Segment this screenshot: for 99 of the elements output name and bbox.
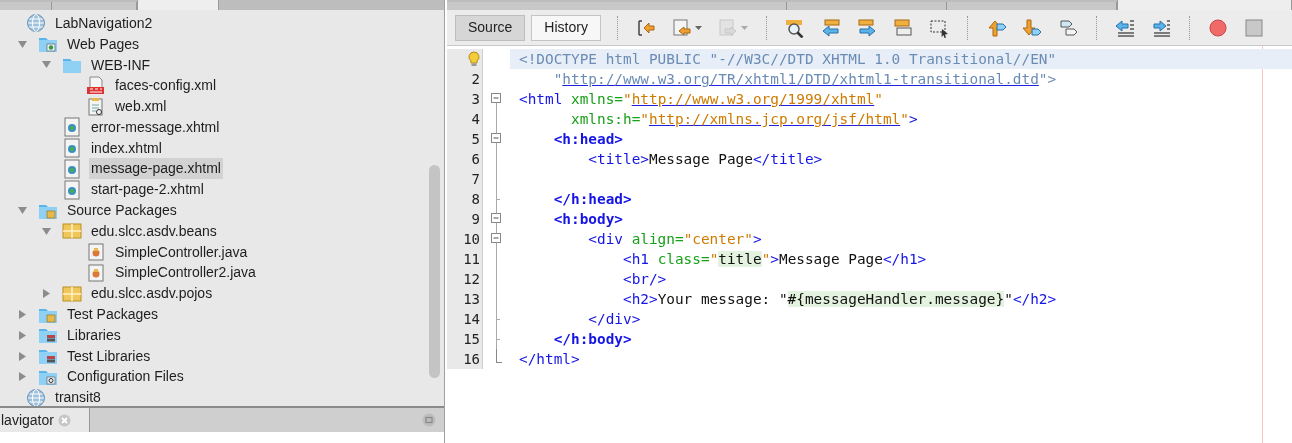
view-tab[interactable]: History	[531, 14, 601, 41]
line-number: 16	[463, 349, 480, 369]
shift-left-icon	[1114, 17, 1135, 38]
line-number: 12	[463, 269, 480, 289]
expanded-icon[interactable]	[42, 60, 51, 70]
tree-item[interactable]: WEB-INF	[89, 54, 153, 76]
line-number: 9	[471, 209, 480, 229]
collapse-icon[interactable]	[491, 233, 502, 244]
tree-item[interactable]: edu.slcc.asdv.pojos	[89, 283, 215, 305]
line-number: 13	[463, 289, 480, 309]
scrollbar[interactable]	[429, 165, 440, 378]
bookmark-icon	[1057, 17, 1078, 38]
web-file-icon	[62, 158, 82, 179]
web-file-icon	[62, 117, 82, 138]
code-line: "http://www.w3.org/TR/xhtml1/DTD/xhtml1-transitional.dtd">	[552, 70, 1057, 89]
expanded-icon[interactable]	[18, 39, 27, 49]
tree-item[interactable]: Configuration Files	[65, 366, 186, 388]
collapse-icon[interactable]	[491, 93, 502, 104]
tree-item[interactable]: index.xhtml	[89, 137, 164, 159]
tree-item[interactable]: error-message.xhtml	[89, 116, 222, 138]
record-icon	[1207, 17, 1228, 38]
tree-item[interactable]: Web Pages	[65, 33, 142, 55]
collapsed-icon[interactable]	[18, 330, 27, 340]
package-icon	[62, 283, 82, 304]
arrow-icon	[856, 17, 877, 38]
line-number: 2	[471, 69, 480, 89]
globe-icon	[26, 387, 46, 406]
tab-label: lavigator	[1, 410, 54, 430]
package-icon	[62, 221, 82, 242]
line-number: 3	[471, 89, 480, 109]
tree-item[interactable]: edu.slcc.asdv.beans	[89, 220, 219, 242]
arrow-icon	[1021, 17, 1042, 38]
code-line: <title>Message Page</title>	[587, 150, 823, 169]
tree-item[interactable]: transit8	[53, 387, 103, 406]
class-file-icon	[86, 242, 106, 263]
tree-item[interactable]: Test Packages	[65, 304, 161, 326]
code-line: <h2>Your message: "#{messageHandler.message}"</h2>	[621, 290, 1057, 309]
shift-right-icon	[1150, 17, 1171, 38]
class-file-icon	[86, 262, 106, 283]
line-number: 15	[463, 329, 480, 349]
tree-item[interactable]: SimpleController2.java	[113, 262, 258, 284]
collapsed-icon[interactable]	[42, 289, 51, 299]
collapse-icon[interactable]	[491, 133, 502, 144]
arrow-icon	[717, 17, 738, 38]
code-line: xmlns:h="http://xmlns.jcp.org/jsf/html">	[569, 110, 918, 129]
tree-item[interactable]: Test Libraries	[65, 345, 153, 367]
maximize-icon[interactable]	[422, 413, 436, 427]
code-line: <h:head>	[552, 130, 623, 149]
caret-icon	[694, 25, 702, 30]
highlight-icon	[892, 17, 913, 38]
arrow-icon	[671, 17, 692, 38]
globe-icon	[26, 13, 46, 34]
collapsed-icon[interactable]	[18, 310, 27, 320]
tree-item[interactable]: web.xml	[113, 96, 169, 118]
view-tab[interactable]: Source	[455, 14, 526, 41]
code-line: <h1 class="title">Message Page</h1>	[621, 250, 927, 269]
line-number: 11	[463, 249, 480, 269]
collapsed-icon[interactable]	[18, 351, 27, 361]
tree-item[interactable]: Source Packages	[65, 200, 179, 222]
code-line: </html>	[519, 350, 580, 369]
tree-item[interactable]: LabNavigation2	[53, 12, 155, 34]
tree-item[interactable]: SimpleController.java	[113, 241, 250, 263]
stop-icon	[1243, 17, 1264, 38]
line-number: 14	[463, 309, 480, 329]
tree-item[interactable]: start-page-2.xhtml	[89, 179, 206, 201]
code-line: <br/>	[621, 270, 667, 289]
code-line: </div>	[587, 310, 641, 329]
line-number: 7	[471, 169, 480, 189]
collapsed-icon[interactable]	[18, 372, 27, 382]
tree-item[interactable]: faces-config.xml	[113, 75, 219, 97]
selection-icon	[928, 17, 949, 38]
web-file-icon	[62, 138, 82, 159]
line-number: 5	[471, 129, 480, 149]
document-icon	[86, 96, 106, 117]
code-line: </h:head>	[552, 190, 632, 209]
line-number: 8	[471, 189, 480, 209]
line-number: 6	[471, 149, 480, 169]
collapse-icon[interactable]	[491, 213, 502, 224]
caret-icon	[740, 25, 748, 30]
close-icon[interactable]	[57, 413, 71, 427]
arrow-icon	[635, 17, 656, 38]
lightbulb-icon[interactable]	[468, 51, 480, 67]
file-icon	[86, 75, 106, 96]
code-line: </h:body>	[552, 330, 632, 349]
search-icon	[784, 17, 805, 38]
line-number: 10	[463, 229, 480, 249]
expanded-icon[interactable]	[18, 206, 27, 216]
tree-item[interactable]: message-page.xhtml	[89, 158, 223, 180]
tab[interactable]	[137, 0, 219, 10]
expanded-icon[interactable]	[42, 226, 51, 236]
code-line: <div align="center">	[587, 230, 762, 249]
tab[interactable]: lavigator	[0, 408, 90, 432]
code-line: <html xmlns="http://www.w3.org/1999/xhtml"	[519, 90, 883, 109]
code-line: <!DOCTYPE html PUBLIC "-//W3C//DTD XHTML 1.0 Transitional//EN"	[519, 50, 1057, 69]
web-file-icon	[62, 179, 82, 200]
tree-item[interactable]: Libraries	[65, 324, 123, 346]
code-line: <h:body>	[552, 210, 623, 229]
line-number: 4	[471, 109, 480, 129]
arrow-icon	[820, 17, 841, 38]
